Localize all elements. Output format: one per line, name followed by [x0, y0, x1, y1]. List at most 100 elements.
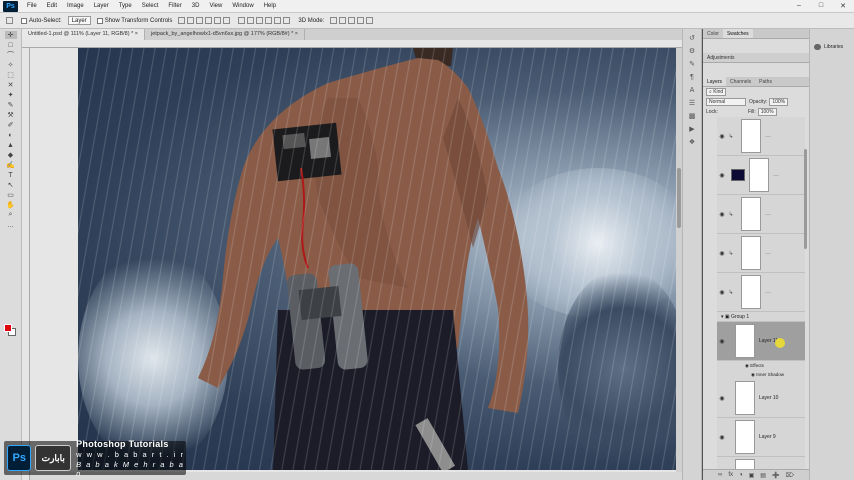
menu-3d[interactable]: 3D [187, 3, 205, 9]
menu-edit[interactable]: Edit [42, 3, 62, 9]
move-tool-icon[interactable] [6, 17, 15, 24]
brush-panel-icon[interactable]: ✎ [687, 60, 697, 68]
delete-layer-icon[interactable]: ⌦ [785, 472, 793, 479]
paragraph-styles-icon[interactable]: ☰ [687, 99, 697, 107]
layer-name[interactable]: Layer 10 [759, 395, 778, 401]
document-canvas-image[interactable] [78, 48, 676, 470]
menu-filter[interactable]: Filter [163, 3, 186, 9]
close-button[interactable]: ✕ [832, 2, 854, 10]
crop-tool-icon[interactable]: ⬚ [5, 71, 17, 79]
minimize-button[interactable]: – [788, 2, 810, 10]
zoom-tool-icon[interactable]: ⌕ [5, 211, 17, 219]
link-layers-icon[interactable]: ∞ [718, 472, 722, 478]
fill-field[interactable]: 100% [757, 108, 777, 116]
tab-swatches[interactable]: Swatches [722, 29, 753, 38]
tab-channels[interactable]: Channels [726, 77, 755, 86]
layer-row[interactable]: ◉ Layer 10 [717, 379, 805, 418]
hand-tool-icon[interactable]: ✋ [5, 201, 17, 209]
opacity-field[interactable]: 100% [769, 98, 789, 106]
layer-name[interactable]: Layer 9 [759, 434, 776, 440]
pen-tool-icon[interactable]: ✍ [5, 161, 17, 169]
menu-type[interactable]: Type [114, 3, 137, 9]
visibility-eye-icon[interactable]: ◉ [717, 395, 727, 402]
layer-thumbnail[interactable] [735, 459, 755, 469]
paragraph-icon[interactable]: ¶ [687, 73, 697, 81]
close-tab-icon[interactable]: × [295, 31, 298, 37]
type-tool-icon[interactable]: T [5, 171, 17, 179]
menu-window[interactable]: Window [227, 3, 258, 9]
layer-row[interactable]: ◉ … [717, 156, 805, 195]
visibility-eye-icon[interactable]: ◉ [717, 133, 727, 140]
history-brush-tool-icon[interactable]: ✐ [5, 121, 17, 129]
actions-icon[interactable]: ▶ [687, 125, 697, 133]
menu-layer[interactable]: Layer [89, 3, 114, 9]
history-icon[interactable]: ↺ [687, 34, 697, 42]
distribute-icons[interactable] [238, 17, 292, 24]
healing-tool-icon[interactable]: ✦ [5, 91, 17, 99]
add-mask-icon[interactable]: ◑ [739, 472, 743, 478]
eraser-tool-icon[interactable]: ◐ [5, 131, 17, 139]
lasso-tool-icon[interactable]: ⌒ [5, 51, 17, 59]
layer-mask-thumbnail[interactable] [749, 158, 769, 192]
menu-view[interactable]: View [204, 3, 227, 9]
layer-mask-thumbnail[interactable] [741, 197, 761, 231]
brush-tool-icon[interactable]: ✎ [5, 101, 17, 109]
menu-image[interactable]: Image [62, 3, 89, 9]
tab-untitled[interactable]: Untitled-1.psd @ 111% (Layer 11, RGB/8) … [22, 29, 145, 40]
auto-select-checkbox[interactable]: Auto-Select: [21, 17, 62, 24]
maximize-button[interactable]: □ [810, 2, 832, 10]
layer-thumbnail[interactable] [731, 169, 745, 181]
menu-help[interactable]: Help [259, 3, 281, 9]
menu-select[interactable]: Select [137, 3, 164, 9]
visibility-eye-icon[interactable]: ◉ [717, 289, 727, 296]
menu-file[interactable]: File [22, 3, 42, 9]
tool-presets-icon[interactable]: ❖ [687, 138, 697, 146]
layer-thumbnail[interactable] [735, 381, 755, 415]
visibility-eye-icon[interactable]: ◉ [717, 338, 727, 345]
align-icons[interactable] [178, 17, 232, 24]
new-layer-icon[interactable]: ➕ [772, 472, 779, 479]
move-tool-icon[interactable]: ✛ [4, 31, 17, 39]
effects-eye-icon[interactable]: ◉ [745, 363, 749, 368]
layer-row[interactable]: ◉ [717, 457, 805, 469]
visibility-eye-icon[interactable]: ◉ [717, 434, 727, 441]
show-transform-checkbox[interactable]: Show Transform Controls [96, 17, 172, 24]
properties-icon[interactable]: ⚙ [687, 47, 697, 55]
inner-shadow-eye-icon[interactable]: ◉ [751, 372, 755, 377]
layer-thumbnail[interactable] [735, 324, 755, 358]
glyphs-icon[interactable]: ▩ [687, 112, 697, 120]
new-group-icon[interactable]: ▤ [760, 472, 766, 479]
layer-mask-thumbnail[interactable] [741, 119, 761, 153]
layer-mask-thumbnail[interactable] [741, 275, 761, 309]
tab-color[interactable]: Color [703, 29, 723, 38]
layer-row-selected[interactable]: ◉ Layer 11 [717, 322, 805, 361]
layer-row[interactable]: ◉ ↳ … [717, 117, 805, 156]
blur-tool-icon[interactable]: ◆ [5, 151, 17, 159]
foreground-color-swatch[interactable] [4, 324, 12, 332]
layer-row[interactable]: ◉ ↳ … [717, 273, 805, 312]
layer-mask-thumbnail[interactable] [741, 236, 761, 270]
adjustment-layer-icon[interactable]: ▣ [749, 472, 755, 479]
layer-row[interactable]: ◉ ↳ … [717, 234, 805, 273]
scrollbar-thumb[interactable] [677, 168, 681, 228]
shape-tool-icon[interactable]: ▭ [5, 191, 17, 199]
quick-select-tool-icon[interactable]: ✧ [5, 61, 17, 69]
visibility-eye-icon[interactable]: ◉ [717, 172, 727, 179]
tab-layers[interactable]: Layers [703, 77, 727, 86]
add-style-icon[interactable]: fx [728, 472, 733, 478]
gradient-tool-icon[interactable]: ▲ [5, 141, 17, 149]
stamp-tool-icon[interactable]: ⚒ [5, 111, 17, 119]
auto-select-dropdown[interactable]: Layer [67, 16, 91, 25]
libraries-button[interactable]: Libraries [810, 41, 854, 53]
adjustments-panel-tab[interactable]: Adjustments [703, 53, 809, 63]
eyedropper-tool-icon[interactable]: ✕ [5, 81, 17, 89]
effects-row[interactable]: ◉ Effects [717, 361, 805, 370]
more-tools-icon[interactable]: … [5, 221, 17, 229]
filter-kind-dropdown[interactable]: ⌕ Kind [706, 88, 727, 96]
blend-mode-dropdown[interactable]: Normal [706, 98, 746, 106]
layers-scrollbar[interactable] [804, 149, 807, 249]
inner-shadow-row[interactable]: ◉ Inner Shadow [717, 370, 805, 379]
visibility-eye-icon[interactable]: ◉ [717, 211, 727, 218]
tab-paths[interactable]: Paths [755, 77, 776, 86]
layer-thumbnail[interactable] [735, 420, 755, 454]
